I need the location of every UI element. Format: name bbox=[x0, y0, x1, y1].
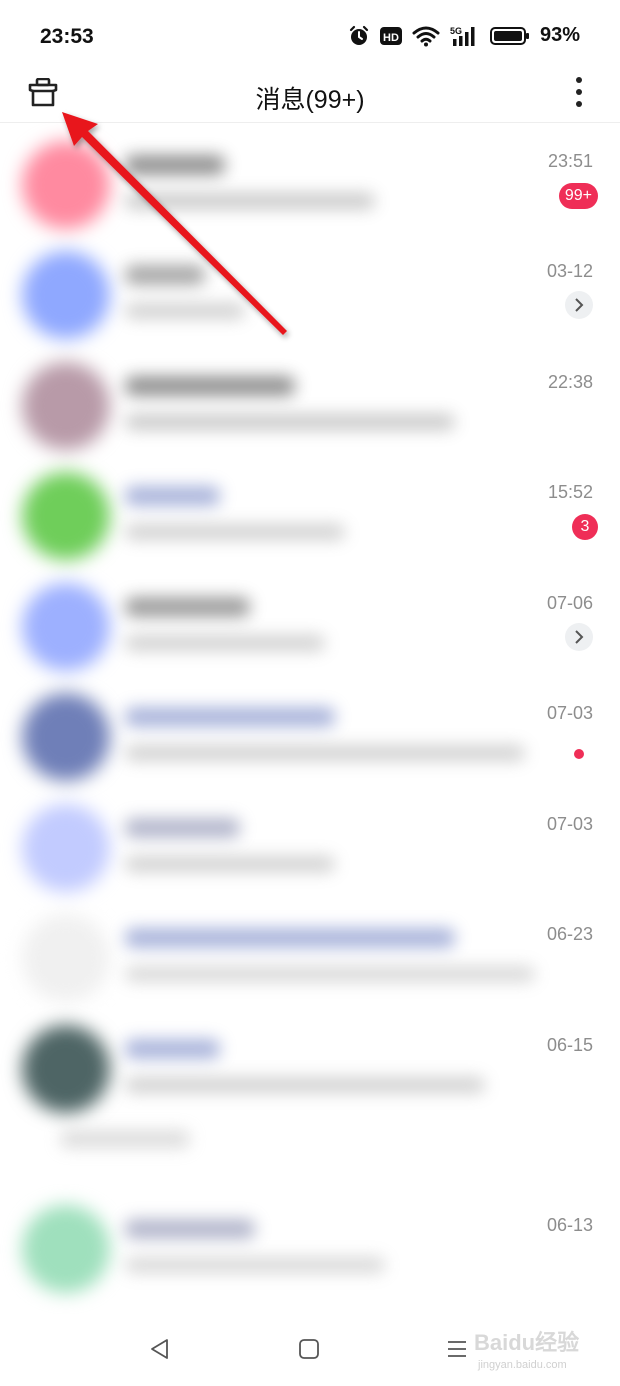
page-title: 消息(99+) bbox=[255, 86, 365, 114]
message-time: 22:38 bbox=[547, 372, 593, 392]
status-time: 23:53 bbox=[40, 25, 94, 48]
contact-name bbox=[125, 265, 205, 285]
contact-name bbox=[125, 707, 335, 727]
hd-icon: HD bbox=[379, 26, 402, 46]
avatar bbox=[22, 914, 110, 1002]
more-options-button[interactable] bbox=[564, 76, 594, 112]
contact-name bbox=[125, 1219, 255, 1239]
system-nav-bar bbox=[0, 1310, 620, 1386]
back-button[interactable] bbox=[140, 1332, 180, 1366]
5g-signal-icon: 5G bbox=[450, 25, 480, 47]
message-preview bbox=[125, 966, 535, 982]
more-vertical-icon bbox=[575, 76, 583, 113]
home-button[interactable] bbox=[289, 1332, 329, 1366]
home-icon bbox=[299, 1339, 319, 1359]
status-bar: 23:53 HD 5G 93% bbox=[0, 0, 620, 75]
chevron-right-icon bbox=[575, 630, 584, 644]
contact-name bbox=[125, 928, 455, 948]
message-time: 03-12 bbox=[546, 261, 593, 281]
back-icon bbox=[151, 1339, 168, 1359]
message-preview bbox=[125, 193, 375, 209]
message-preview bbox=[125, 856, 335, 872]
contact-name bbox=[125, 155, 225, 175]
conversation-row[interactable]: 06-13 bbox=[0, 1187, 620, 1297]
avatar bbox=[22, 804, 110, 892]
app-header: 消息(99+) bbox=[0, 70, 620, 123]
avatar bbox=[22, 1205, 110, 1293]
recents-button[interactable] bbox=[437, 1332, 477, 1366]
avatar bbox=[22, 583, 110, 671]
battery-percent: 93% bbox=[539, 24, 580, 46]
message-time: 06-15 bbox=[546, 1035, 593, 1055]
contact-name bbox=[125, 376, 295, 396]
message-time: 07-06 bbox=[546, 593, 593, 613]
conversation-row[interactable]: 06-23 bbox=[0, 896, 620, 1006]
conversation-row[interactable]: 15:52 3 bbox=[0, 454, 620, 564]
avatar bbox=[22, 1025, 110, 1113]
message-preview bbox=[125, 635, 325, 651]
recents-icon bbox=[448, 1341, 466, 1357]
chevron-right-icon bbox=[575, 298, 584, 312]
message-time: 23:51 bbox=[547, 151, 593, 171]
message-preview bbox=[125, 303, 245, 319]
battery-icon bbox=[489, 26, 530, 46]
wifi-icon bbox=[412, 25, 440, 47]
unread-badge: 3 bbox=[572, 514, 598, 540]
chevron-right-button[interactable] bbox=[565, 291, 593, 319]
avatar bbox=[22, 472, 110, 560]
chevron-right-button[interactable] bbox=[565, 623, 593, 651]
avatar bbox=[22, 141, 110, 229]
message-time: 06-13 bbox=[546, 1215, 593, 1235]
conversation-row[interactable]: 07-06 bbox=[0, 565, 620, 675]
svg-text:5G: 5G bbox=[450, 26, 462, 36]
conversation-row[interactable]: 07-03 bbox=[0, 786, 620, 896]
contact-name bbox=[125, 1039, 220, 1059]
section-divider-label bbox=[60, 1130, 190, 1148]
avatar bbox=[22, 251, 110, 339]
message-preview bbox=[125, 1077, 485, 1093]
message-preview bbox=[125, 524, 345, 540]
conversation-row[interactable]: 03-12 bbox=[0, 233, 620, 343]
message-time: 07-03 bbox=[546, 814, 593, 834]
contact-name bbox=[125, 818, 240, 838]
message-time: 07-03 bbox=[546, 703, 593, 723]
conversation-row[interactable]: 23:51 99+ bbox=[0, 123, 620, 233]
conversation-row[interactable]: 07-03 bbox=[0, 675, 620, 785]
avatar bbox=[22, 362, 110, 450]
svg-text:HD: HD bbox=[383, 32, 399, 44]
contact-name bbox=[125, 486, 220, 506]
message-preview bbox=[125, 1257, 385, 1273]
contact-name bbox=[125, 597, 250, 617]
unread-dot bbox=[574, 749, 584, 759]
message-time: 06-23 bbox=[546, 924, 593, 944]
conversation-row[interactable]: 06-15 bbox=[0, 1007, 620, 1117]
unread-badge: 99+ bbox=[558, 183, 598, 209]
status-icons: HD 5G 93% bbox=[348, 24, 580, 47]
avatar bbox=[22, 693, 110, 781]
message-time: 15:52 bbox=[547, 482, 593, 502]
alarm-icon bbox=[348, 25, 370, 47]
message-preview bbox=[125, 414, 455, 430]
conversation-row[interactable]: 22:38 bbox=[0, 344, 620, 454]
message-preview bbox=[125, 745, 525, 761]
